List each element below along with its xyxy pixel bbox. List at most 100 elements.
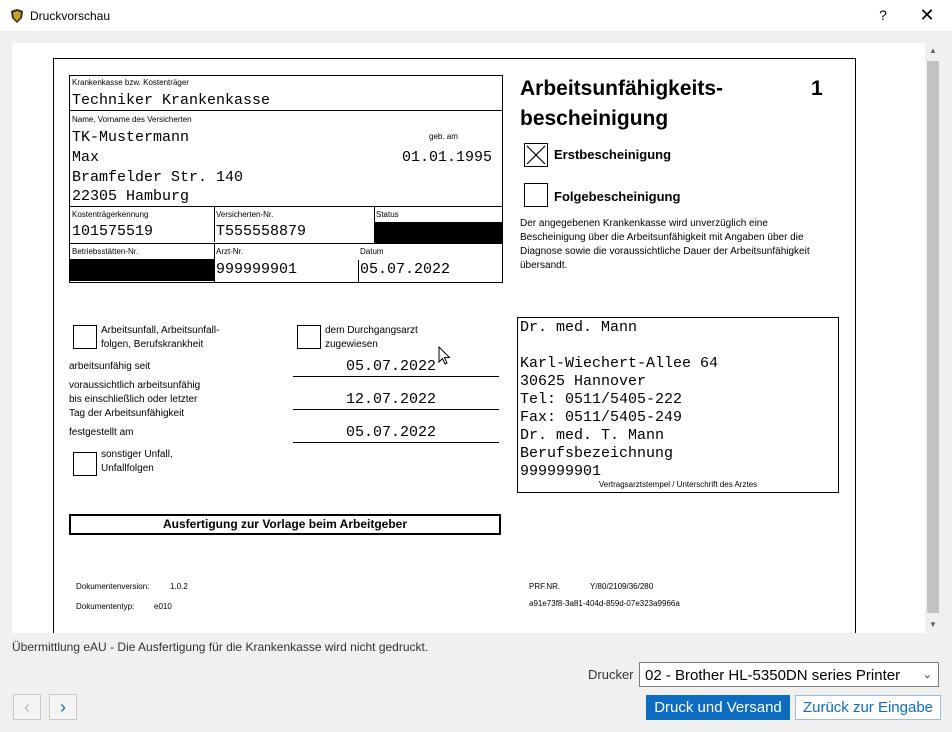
chevron-right-icon: › xyxy=(60,697,66,717)
prev-page-button[interactable]: ‹ xyxy=(13,694,41,720)
folgebescheinigung-label: Folgebescheinigung xyxy=(554,189,681,204)
vertical-scrollbar[interactable]: ▲ ▼ xyxy=(925,43,941,633)
scroll-down-icon[interactable]: ▼ xyxy=(925,617,941,633)
stamp-line xyxy=(520,337,718,355)
gebam-label: geb. am xyxy=(429,132,458,141)
printer-label: Drucker xyxy=(588,667,634,682)
sonstiger-unfall-label: sonstiger Unfall, Unfallfolgen xyxy=(101,448,261,476)
printer-select-value: 02 - Brother HL-5350DN series Printer xyxy=(645,667,901,684)
stamp-line: 30625 Hannover xyxy=(520,373,647,390)
sonstiger-unfall-label-line2: Unfallfolgen xyxy=(101,463,154,474)
prfnr-label: PRF.NR. xyxy=(529,582,561,591)
sonstiger-unfall-checkbox xyxy=(73,452,97,476)
erstbescheinigung-label: Erstbescheinigung xyxy=(554,147,672,162)
stamp-line: Dr. med. Mann xyxy=(520,319,638,336)
sonstiger-unfall-label-line1: sonstiger Unfall, xyxy=(101,449,173,460)
festgestellt-label: festgestellt am xyxy=(69,427,134,438)
status-redaction xyxy=(374,222,502,243)
stamp-line: Berufsbezeichnung xyxy=(520,445,674,462)
close-button[interactable]: ✕ xyxy=(914,4,940,26)
back-to-input-button[interactable]: Zurück zur Eingabe xyxy=(795,695,941,720)
status-message: Übermittlung eAU - Die Ausfertigung für … xyxy=(12,640,429,654)
erstbescheinigung-checkbox xyxy=(524,143,548,167)
stamp-lines: Dr. med. Mann Karl-Wiechert-Allee 64 30625… xyxy=(520,319,718,481)
au-seit-label: arbeitsunfähig seit xyxy=(69,361,151,372)
preview-page: Krankenkasse bzw. Kostenträger Techniker… xyxy=(53,58,856,633)
printer-select[interactable]: 02 - Brother HL-5350DN series Printer ⌄ xyxy=(639,662,939,687)
versnr-value: T555558879 xyxy=(216,223,307,240)
name-line1: TK-Mustermann xyxy=(72,129,190,146)
page-number: 1 xyxy=(811,77,823,100)
divider xyxy=(293,376,499,377)
arbeitsunfall-label: Arbeitsunfall, Arbeitsunfall- folgen, Be… xyxy=(101,324,261,352)
chevron-left-icon: ‹ xyxy=(24,697,30,717)
versnr-label: Versicherten-Nr. xyxy=(216,210,274,219)
scroll-up-icon[interactable]: ▲ xyxy=(925,43,941,59)
durchgangsarzt-checkbox xyxy=(297,325,321,349)
durchgangsarzt-label-line1: dem Durchgangsarzt xyxy=(325,325,418,336)
durchgangsarzt-label-line2: zugewiesen xyxy=(325,339,378,350)
help-button[interactable]: ? xyxy=(872,4,894,26)
divider xyxy=(70,110,502,111)
datum-value: 05.07.2022 xyxy=(360,261,451,278)
status-label: Status xyxy=(376,210,399,219)
info-text: Der angegebenen Krankenkasse wird unverz… xyxy=(520,218,810,271)
doctyp-label: Dokumententyp: xyxy=(76,602,135,611)
divider xyxy=(70,206,502,207)
name-label: Name, Vorname des Versicherten xyxy=(72,115,192,124)
stamp-line: Dr. med. T. Mann xyxy=(520,427,665,444)
stamp-line: Tel: 0511/5405-222 xyxy=(520,391,683,408)
print-and-send-button[interactable]: Druck und Versand xyxy=(646,695,790,720)
divider xyxy=(358,260,359,282)
au-seit-value: 05.07.2022 xyxy=(346,358,437,375)
mouse-cursor-icon xyxy=(438,346,451,365)
durchgangsarzt-label: dem Durchgangsarzt zugewiesen xyxy=(325,324,485,352)
datum-label: Datum xyxy=(360,247,384,256)
kasse-label: Krankenkasse bzw. Kostenträger xyxy=(72,78,189,87)
scrollbar-thumb[interactable] xyxy=(927,61,939,613)
ausfertigung-label: Ausfertigung zur Vorlage beim Arbeitgebe… xyxy=(69,514,501,535)
au-bis-value: 12.07.2022 xyxy=(346,391,437,408)
doctor-stamp-box: Dr. med. Mann Karl-Wiechert-Allee 64 30625… xyxy=(517,317,839,493)
arbeitsunfall-label-line1: Arbeitsunfall, Arbeitsunfall- xyxy=(101,325,220,336)
stamp-caption: Vertragsarztstempel / Unterschrift des A… xyxy=(598,480,758,489)
stamp-line: Fax: 0511/5405-249 xyxy=(520,409,683,426)
festgestellt-value: 05.07.2022 xyxy=(346,424,437,441)
print-preview-area[interactable]: Krankenkasse bzw. Kostenträger Techniker… xyxy=(12,43,925,633)
cross-icon xyxy=(526,145,546,165)
bsnr-label: Betriebsstätten-Nr. xyxy=(72,247,139,256)
form-title-line1: Arbeitsunfähigkeits- xyxy=(520,77,724,100)
folgebescheinigung-checkbox xyxy=(524,183,548,207)
address-line2: 22305 Hamburg xyxy=(72,188,190,205)
name-line2: Max xyxy=(72,149,100,166)
kt-kennung-label: Kostenträgerkennung xyxy=(72,210,149,219)
stamp-line: Karl-Wiechert-Allee 64 xyxy=(520,355,719,372)
divider xyxy=(214,243,215,282)
docversion-label: Dokumentenversion: xyxy=(76,582,150,591)
prfnr-value: Y/80/2109/36/280 xyxy=(590,582,654,591)
kt-kennung-value: 101575519 xyxy=(72,223,154,240)
arztnr-value: 999999901 xyxy=(216,261,298,278)
au-bis-label-line3: Tag der Arbeitsunfähigkeit xyxy=(69,408,185,419)
form-title-line2: bescheinigung xyxy=(520,107,669,130)
patient-data-box: Krankenkasse bzw. Kostenträger Techniker… xyxy=(69,75,503,283)
gebam-value: 01.01.1995 xyxy=(402,149,493,166)
au-bis-label: voraussichtlich arbeitsunfähig bis einsc… xyxy=(69,379,269,421)
title-bar: Druckvorschau ? ✕ xyxy=(0,0,952,31)
au-bis-label-line2: bis einschließlich oder letzter xyxy=(69,394,198,405)
stamp-line: 999999901 xyxy=(520,463,602,480)
next-page-button[interactable]: › xyxy=(49,694,77,720)
shield-icon xyxy=(11,9,23,23)
arbeitsunfall-checkbox xyxy=(73,325,97,349)
arztnr-label: Arzt-Nr. xyxy=(216,247,244,256)
chevron-down-icon: ⌄ xyxy=(922,669,932,681)
docversion-value: 1.0.2 xyxy=(170,582,188,591)
au-bis-label-line1: voraussichtlich arbeitsunfähig xyxy=(69,380,201,391)
window-title: Druckvorschau xyxy=(30,9,111,23)
divider xyxy=(70,243,502,244)
arbeitsunfall-label-line2: folgen, Berufskrankheit xyxy=(101,339,204,350)
bsnr-redaction xyxy=(70,259,214,281)
divider xyxy=(293,409,499,410)
document-uuid: a91e73f8-3a81-404d-859d-07e323a9966a xyxy=(529,599,680,608)
doctyp-value: e010 xyxy=(154,602,172,611)
